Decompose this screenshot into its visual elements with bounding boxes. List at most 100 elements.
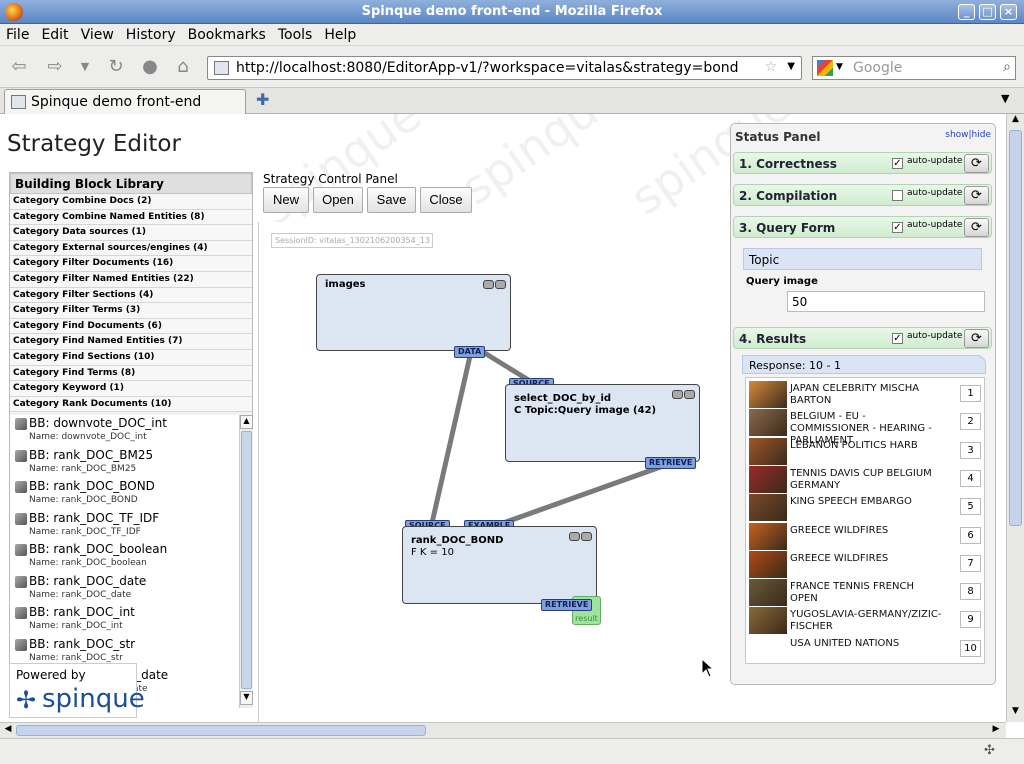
building-block-item[interactable]: BB: rank_DOC_TF_IDF Name: rank_DOC_TF_IDF [10, 510, 239, 542]
bookmark-star-icon[interactable]: ☆ [764, 59, 777, 75]
scroll-thumb[interactable] [16, 725, 426, 736]
page-vertical-scrollbar[interactable]: ▲ ▼ [1006, 114, 1024, 722]
result-thumbnail[interactable] [749, 494, 787, 522]
result-row[interactable]: USA UNITED NATIONS 10 [749, 636, 983, 664]
result-row[interactable]: FRANCE TENNIS FRENCH OPEN 8 [749, 579, 983, 607]
menu-tools[interactable]: Tools [272, 24, 319, 46]
block-list-scrollbar[interactable]: ▲ ▼ [239, 415, 253, 708]
result-row[interactable]: KING SPEECH EMBARGO 5 [749, 494, 983, 522]
page-horizontal-scrollbar[interactable]: ◀ ▶ [0, 722, 1006, 738]
building-block-item[interactable]: BB: downvote_DOC_int Name: downvote_DOC_i… [10, 415, 239, 447]
search-engine-dropdown-icon[interactable]: ▼ [836, 62, 843, 72]
reload-icon[interactable]: ↻ [103, 55, 129, 79]
port-retrieve[interactable]: RETRIEVE [541, 599, 593, 611]
result-thumbnail[interactable] [749, 381, 787, 408]
status-section[interactable]: 4. Results ✓ auto-update ⟳ [733, 327, 992, 349]
scroll-thumb[interactable] [241, 431, 252, 689]
tab-spinque[interactable]: Spinque demo front-end [4, 89, 246, 114]
back-icon[interactable]: ⇦ [6, 55, 32, 79]
scroll-thumb[interactable] [1009, 130, 1022, 526]
refresh-icon[interactable]: ⟳ [964, 218, 989, 237]
result-thumbnail[interactable] [749, 579, 787, 607]
category-item[interactable]: Category Find Named Entities (7) [10, 334, 252, 350]
menu-edit[interactable]: Edit [35, 24, 74, 46]
result-row[interactable]: YUGOSLAVIA-GERMANY/ZIZIC-FISCHER 9 [749, 607, 983, 635]
category-item[interactable]: Category Rank Documents (10) [10, 396, 252, 413]
status-section[interactable]: 1. Correctness ✓ auto-update ⟳ [733, 152, 992, 174]
powered-by-spinque[interactable]: Powered by ✢ spinque [9, 663, 145, 718]
result-thumbnail[interactable] [749, 409, 787, 437]
category-item[interactable]: Category Keyword (1) [10, 381, 252, 397]
category-item[interactable]: Category Find Terms (8) [10, 365, 252, 382]
port-retrieve[interactable]: RETRIEVE [645, 457, 697, 469]
addon-icon[interactable]: ✣ [984, 743, 995, 758]
building-block-item[interactable]: BB: rank_DOC_boolean Name: rank_DOC_boole… [10, 541, 239, 573]
result-thumbnail[interactable] [749, 465, 787, 493]
result-thumbnail[interactable] [749, 522, 787, 550]
result-row[interactable]: TENNIS DAVIS CUP BELGIUM GERMANY 4 [749, 465, 983, 494]
node-controls[interactable] [482, 278, 508, 289]
tab-list-icon[interactable]: ▼ [1001, 92, 1009, 105]
node-images[interactable]: images [316, 274, 511, 351]
result-thumbnail[interactable] [749, 607, 787, 635]
category-item[interactable]: Category Filter Sections (4) [10, 287, 252, 304]
node-rank-doc-bond[interactable]: rank_DOC_BOND F K = 10 [402, 526, 597, 604]
auto-update-checkbox[interactable]: ✓ [892, 333, 903, 344]
forward-icon[interactable]: ⇨ [42, 55, 68, 79]
category-item[interactable]: Category Find Sections (10) [10, 349, 252, 366]
menu-file[interactable]: File [0, 24, 35, 46]
category-item[interactable]: Category External sources/engines (4) [10, 240, 252, 257]
close-button[interactable]: Close [420, 187, 472, 213]
url-bar[interactable]: http://localhost:8080/EditorApp-v1/?work… [207, 56, 802, 80]
scroll-up-icon[interactable]: ▲ [1008, 114, 1023, 128]
scroll-down-icon[interactable]: ▼ [1008, 706, 1023, 720]
maximize-icon[interactable]: □ [979, 4, 996, 20]
building-block-item[interactable]: BB: rank_DOC_int Name: rank_DOC_int [10, 604, 239, 636]
result-row[interactable]: GREECE WILDFIRES 7 [749, 550, 983, 579]
category-item[interactable]: Category Filter Documents (16) [10, 256, 252, 272]
auto-update-checkbox[interactable]: ✓ [892, 222, 903, 233]
result-row[interactable]: GREECE WILDFIRES 6 [749, 522, 983, 551]
building-block-item[interactable]: BB: rank_DOC_date Name: rank_DOC_date [10, 573, 239, 605]
status-section[interactable]: 2. Compilation auto-update ⟳ [733, 184, 992, 206]
home-icon[interactable]: ⌂ [170, 55, 196, 79]
category-item[interactable]: Category Combine Named Entities (8) [10, 209, 252, 226]
show-hide-link[interactable]: show|hide [945, 130, 991, 140]
menu-help[interactable]: Help [318, 24, 362, 46]
refresh-icon[interactable]: ⟳ [964, 186, 989, 205]
building-block-item[interactable]: BB: rank_DOC_BM25 Name: rank_DOC_BM25 [10, 447, 239, 479]
new-button[interactable]: New [263, 187, 309, 213]
scroll-down-icon[interactable]: ▼ [240, 691, 253, 705]
category-item[interactable]: Category Data sources (1) [10, 225, 252, 241]
close-icon[interactable]: × [1000, 4, 1017, 20]
scroll-right-icon[interactable]: ▶ [990, 724, 1002, 737]
query-image-input[interactable]: 50 [787, 291, 985, 312]
node-select-doc-by-id[interactable]: select_DOC_by_id C Topic:Query image (42… [505, 384, 700, 462]
status-section[interactable]: 3. Query Form ✓ auto-update ⟳ [733, 216, 992, 238]
result-thumbnail[interactable] [749, 550, 787, 578]
scroll-left-icon[interactable]: ◀ [2, 724, 14, 737]
menu-view[interactable]: View [75, 24, 120, 46]
result-row[interactable]: BELGIUM - EU - COMMISSIONER - HEARING - … [749, 409, 983, 446]
minimize-icon[interactable]: _ [958, 4, 975, 20]
node-controls[interactable] [671, 388, 697, 399]
history-dropdown-icon[interactable]: ▼ [72, 55, 98, 79]
stop-icon[interactable]: ● [137, 55, 163, 79]
category-item[interactable]: Category Filter Terms (3) [10, 303, 252, 319]
url-dropdown-icon[interactable]: ▼ [787, 61, 795, 72]
auto-update-checkbox[interactable] [892, 190, 903, 201]
save-button[interactable]: Save [367, 187, 416, 213]
open-button[interactable]: Open [313, 187, 363, 213]
search-icon[interactable]: ⌕ [1003, 59, 1011, 75]
port-data[interactable]: DATA [454, 346, 486, 358]
menu-bookmarks[interactable]: Bookmarks [182, 24, 272, 46]
category-item[interactable]: Category Combine Docs (2) [10, 194, 252, 210]
menu-history[interactable]: History [120, 24, 182, 46]
auto-update-checkbox[interactable]: ✓ [892, 158, 903, 169]
search-box[interactable]: ▼ Google ⌕ [812, 56, 1016, 80]
refresh-icon[interactable]: ⟳ [964, 329, 989, 348]
node-controls[interactable] [568, 530, 594, 541]
result-row[interactable]: LEBANON POLITICS HARB 3 [749, 437, 983, 466]
building-block-item[interactable]: BB: rank_DOC_BOND Name: rank_DOC_BOND [10, 478, 239, 510]
result-thumbnail[interactable] [749, 437, 787, 465]
